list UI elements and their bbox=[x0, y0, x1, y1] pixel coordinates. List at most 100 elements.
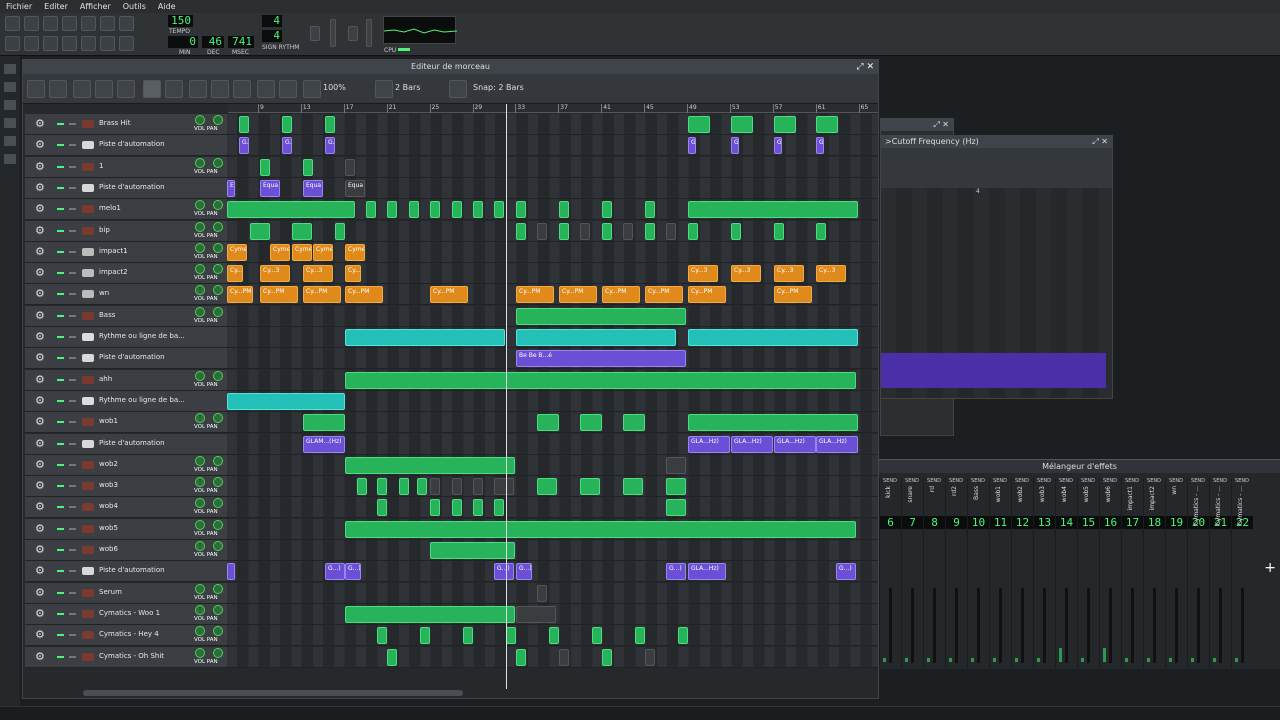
track-lane[interactable] bbox=[227, 114, 878, 134]
mute-button[interactable] bbox=[57, 144, 64, 147]
mixer-channel[interactable]: SEND 14 wob4 bbox=[1055, 478, 1077, 668]
channel-fader[interactable] bbox=[1087, 588, 1090, 663]
edit-mode-icon[interactable] bbox=[165, 80, 183, 98]
track-row[interactable]: ⚙ Piste d'automation Equa Equa Equa Equa bbox=[25, 177, 878, 199]
track-row[interactable]: ⚙ Rythme ou ligne de ba... bbox=[25, 390, 878, 412]
pattern-clip[interactable]: Cy...3 bbox=[816, 265, 846, 283]
volume-knob[interactable] bbox=[195, 306, 205, 317]
mixer-channel[interactable]: SEND 10 Bass bbox=[967, 478, 989, 668]
track-header[interactable]: ⚙ Piste d'automation bbox=[25, 348, 227, 369]
pattern-clip[interactable] bbox=[430, 478, 440, 496]
browser-tab-icon[interactable] bbox=[4, 82, 16, 92]
track-row[interactable]: ⚙ wn VOL PAN Cy...PM Cy...PM Cy...PM Cy...PM Cy… bbox=[25, 284, 878, 306]
track-name[interactable]: wob2 bbox=[99, 460, 191, 468]
mute-button[interactable] bbox=[57, 485, 64, 488]
send-button[interactable]: SEND bbox=[990, 478, 1010, 484]
song-editor-icon[interactable] bbox=[5, 36, 20, 51]
pan-knob[interactable] bbox=[213, 477, 223, 488]
gear-icon[interactable]: ⚙ bbox=[35, 203, 45, 215]
pattern-clip[interactable] bbox=[417, 478, 427, 496]
track-lane[interactable] bbox=[227, 540, 878, 560]
gear-icon[interactable]: ⚙ bbox=[35, 437, 45, 450]
volume-knob[interactable] bbox=[195, 455, 205, 466]
channel-fader[interactable] bbox=[1219, 588, 1222, 663]
new-template-icon[interactable] bbox=[24, 16, 39, 31]
pattern-clip[interactable]: Equa bbox=[227, 179, 235, 197]
mute-button[interactable] bbox=[57, 612, 64, 615]
pattern-clip[interactable] bbox=[227, 201, 355, 219]
pattern-clip[interactable] bbox=[282, 116, 292, 133]
track-header[interactable]: ⚙ Piste d'automation bbox=[25, 561, 227, 582]
time-sig-denominator[interactable]: 4 bbox=[262, 30, 282, 42]
track-lane[interactable]: Be Be B...é bbox=[227, 348, 878, 369]
solo-button[interactable] bbox=[69, 655, 76, 658]
track-row[interactable]: ⚙ Bass VOL PAN bbox=[25, 305, 878, 327]
pattern-clip[interactable] bbox=[345, 456, 515, 474]
track-header[interactable]: ⚙ impact1 VOL PAN bbox=[25, 241, 227, 262]
pan-knob[interactable] bbox=[213, 647, 223, 658]
track-row[interactable]: ⚙ wob2 VOL PAN bbox=[25, 454, 878, 476]
pattern-clip[interactable] bbox=[645, 201, 655, 219]
master-volume-icon[interactable] bbox=[310, 26, 320, 41]
menu-outils[interactable]: Outils bbox=[123, 0, 146, 13]
mute-button[interactable] bbox=[57, 463, 64, 466]
pattern-clip[interactable] bbox=[430, 201, 440, 219]
track-name[interactable]: Rythme ou ligne de ba... bbox=[99, 332, 191, 340]
pattern-clip[interactable]: Cy...PM bbox=[688, 286, 726, 304]
gear-icon[interactable]: ⚙ bbox=[35, 288, 45, 300]
channel-fader[interactable] bbox=[1065, 588, 1068, 663]
pattern-clip[interactable] bbox=[420, 627, 430, 645]
gear-icon[interactable]: ⚙ bbox=[35, 607, 45, 620]
pattern-clip[interactable] bbox=[345, 520, 856, 538]
track-lane[interactable] bbox=[227, 305, 878, 326]
send-button[interactable]: SEND bbox=[1012, 478, 1032, 484]
browser-tab-icon[interactable] bbox=[4, 100, 16, 110]
browser-tab-icon[interactable] bbox=[4, 118, 16, 128]
gear-icon[interactable]: ⚙ bbox=[35, 650, 45, 663]
channel-fader[interactable] bbox=[1021, 588, 1024, 663]
track-header[interactable]: ⚙ Piste d'automation bbox=[25, 433, 227, 454]
track-name[interactable]: Cymatics - Woo 1 bbox=[99, 609, 191, 617]
track-lane[interactable] bbox=[227, 454, 878, 475]
gear-icon[interactable]: ⚙ bbox=[35, 352, 45, 364]
pattern-clip[interactable] bbox=[452, 478, 462, 496]
mixer-channel[interactable]: SEND 6 kick bbox=[879, 478, 901, 668]
pattern-clip[interactable] bbox=[494, 499, 504, 517]
track-lane[interactable] bbox=[227, 369, 878, 390]
pattern-clip[interactable] bbox=[516, 605, 556, 623]
window-controls-icon[interactable]: ⤢ ✕ bbox=[856, 60, 874, 74]
track-name[interactable]: impact1 bbox=[99, 247, 191, 255]
pattern-clip[interactable]: GLA...Hz) bbox=[688, 435, 730, 453]
mute-button[interactable] bbox=[57, 442, 64, 445]
solo-button[interactable] bbox=[69, 250, 76, 253]
pattern-clip[interactable] bbox=[227, 563, 235, 581]
pattern-clip[interactable]: G...) bbox=[666, 563, 686, 581]
add-beat-track-icon[interactable] bbox=[73, 80, 91, 98]
channel-fader[interactable] bbox=[1109, 588, 1112, 663]
mute-button[interactable] bbox=[57, 123, 64, 125]
track-row[interactable]: ⚙ melo1 VOL PAN bbox=[25, 199, 878, 221]
add-sample-track-icon[interactable] bbox=[95, 80, 113, 98]
gear-icon[interactable]: ⚙ bbox=[35, 544, 45, 556]
pattern-clip[interactable]: Cy...PM bbox=[516, 286, 554, 304]
track-lane[interactable] bbox=[227, 476, 878, 497]
pattern-clip[interactable]: GLAM...(Hz) bbox=[303, 435, 345, 453]
track-lane[interactable]: GLAM...(Hz) GLA...Hz) GLA...Hz) GLA...Hz) GL… bbox=[227, 433, 878, 454]
pattern-clip[interactable]: Cyme bbox=[270, 243, 290, 261]
gear-icon[interactable]: ⚙ bbox=[35, 181, 45, 194]
track-row[interactable]: ⚙impact2VOL PANCy...3Cy...3Cy...3Cy...3C… bbox=[25, 263, 878, 285]
new-project-icon[interactable] bbox=[5, 16, 20, 31]
track-header[interactable]: ⚙ impact2 VOL PAN bbox=[25, 263, 227, 284]
gear-icon[interactable]: ⚙ bbox=[35, 501, 45, 513]
track-name[interactable]: Piste d'automation bbox=[99, 353, 191, 361]
track-name[interactable]: Piste d'automation bbox=[99, 140, 191, 148]
track-name[interactable]: wob1 bbox=[99, 417, 191, 425]
zoom-select[interactable]: 100% bbox=[323, 83, 346, 92]
pattern-clip[interactable]: Cy...PM bbox=[602, 286, 640, 304]
track-name[interactable]: Piste d'automation bbox=[99, 439, 191, 447]
mixer-channel[interactable]: SEND 15 wob5 bbox=[1077, 478, 1099, 668]
channel-fader[interactable] bbox=[933, 588, 936, 663]
pattern-clip[interactable]: Cy...3 bbox=[345, 265, 361, 283]
pattern-clip[interactable] bbox=[430, 542, 515, 559]
mute-button[interactable] bbox=[57, 336, 64, 338]
